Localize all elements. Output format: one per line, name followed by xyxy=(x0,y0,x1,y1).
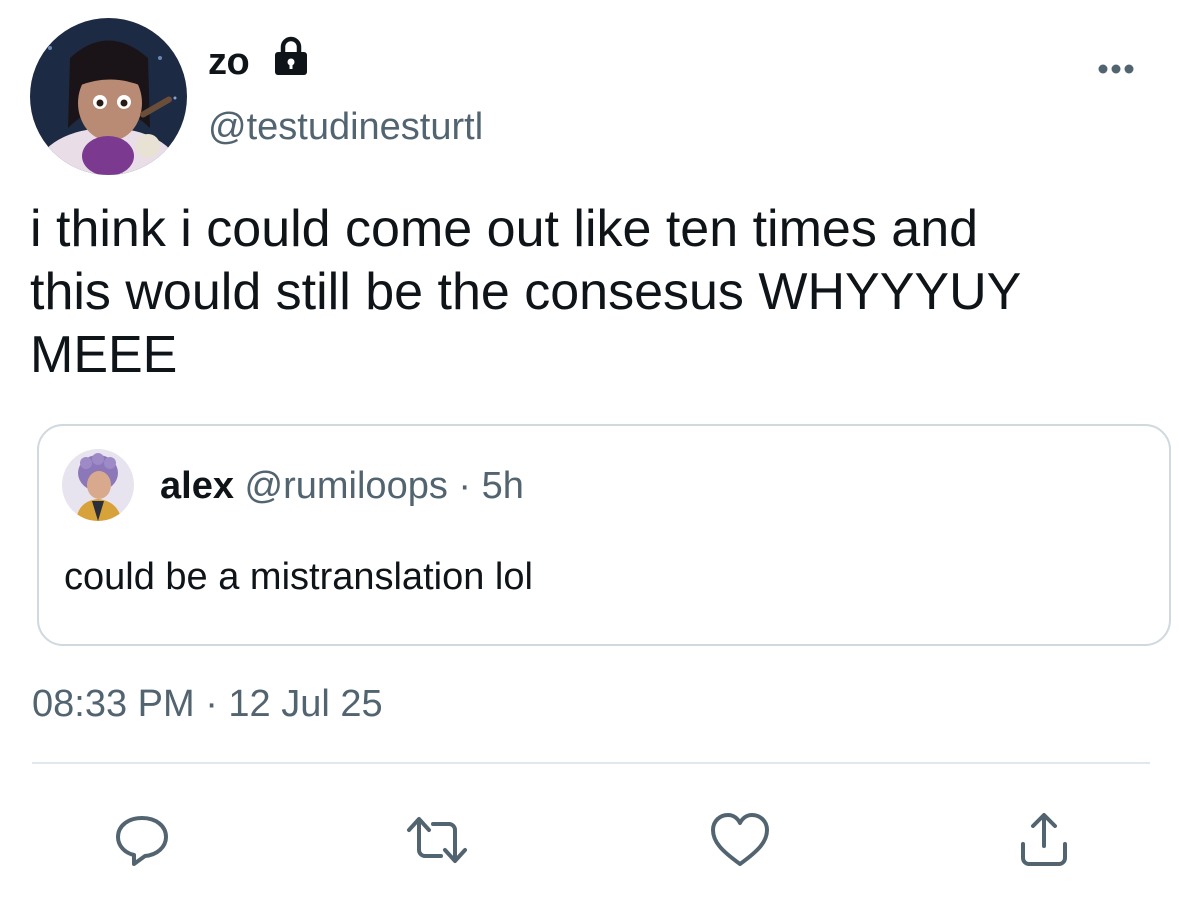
author-avatar[interactable] xyxy=(30,18,187,175)
reply-icon xyxy=(116,816,168,866)
lock-icon xyxy=(275,36,307,75)
quoted-tweet-text: could be a mistranslation lol xyxy=(64,556,533,598)
like-button[interactable] xyxy=(706,806,774,874)
author-handle[interactable]: @testudinesturtl xyxy=(208,104,483,150)
quoted-tweet-header: alex @rumiloops · 5h xyxy=(160,462,524,510)
share-icon xyxy=(1021,813,1067,866)
quoted-tweet-age: 5h xyxy=(481,465,524,507)
share-button[interactable] xyxy=(1010,806,1078,874)
quoted-author-display-name[interactable]: alex xyxy=(160,465,234,507)
quoted-tweet-card[interactable] xyxy=(37,424,1171,646)
tweet-text: i think i could come out like ten times … xyxy=(30,200,1022,384)
quoted-author-avatar[interactable] xyxy=(62,449,134,521)
heart-icon xyxy=(711,813,769,866)
retweet-button[interactable] xyxy=(403,806,471,874)
tweet-timestamp[interactable]: 08:33 PM · 12 Jul 25 xyxy=(32,680,383,728)
divider xyxy=(32,762,1150,764)
quoted-meta-separator: · xyxy=(458,465,472,507)
retweet-icon xyxy=(407,817,467,863)
reply-button[interactable] xyxy=(108,806,176,874)
author-display-name[interactable]: zo xyxy=(208,36,250,88)
quoted-author-handle[interactable]: @rumiloops xyxy=(245,465,448,507)
quoted-user-avatar-image xyxy=(62,449,134,521)
more-options-icon[interactable] xyxy=(1093,58,1139,80)
user-avatar-image xyxy=(30,18,187,175)
